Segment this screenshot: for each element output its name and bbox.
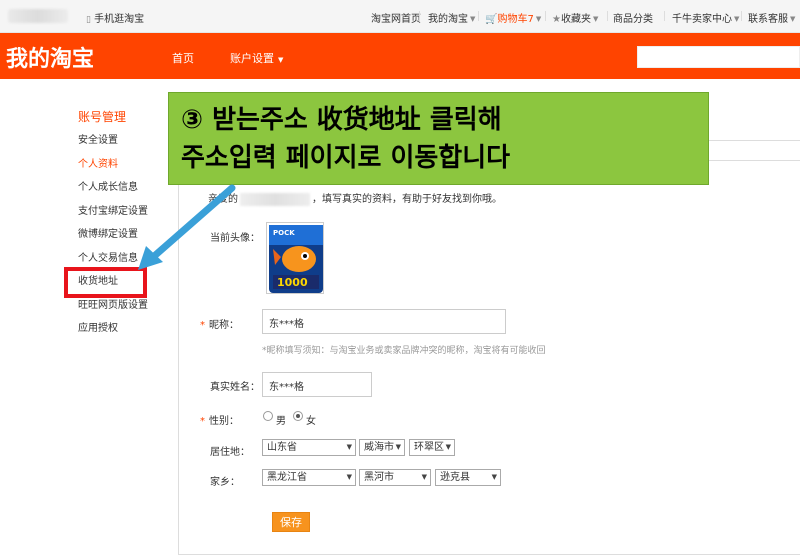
gender-male-radio[interactable] xyxy=(263,411,273,421)
chevron-down-icon: ▼ xyxy=(535,15,542,23)
divider xyxy=(545,11,546,21)
chevron-down-icon: ▼ xyxy=(346,473,352,481)
avatar-label: 当前头像： xyxy=(210,233,260,244)
cart-icon: 🛒 xyxy=(485,14,498,25)
gender-male-label: 男 xyxy=(276,416,286,427)
my-taobao-logo[interactable]: 我的淘宝 xyxy=(6,41,94,73)
svg-text:POCK: POCK xyxy=(273,229,295,237)
residence-label: 居住地： xyxy=(210,447,250,458)
residence-city-select[interactable]: 威海市 ▼ xyxy=(359,439,405,456)
save-button[interactable]: 保存 xyxy=(272,512,310,532)
sidebar: 账号管理 安全设置 个人资料 个人成长信息 支付宝绑定设置 微博绑定设置 个人交… xyxy=(78,108,168,346)
star-icon: ★ xyxy=(552,14,561,25)
blurred-username xyxy=(240,192,310,206)
divider xyxy=(664,11,665,21)
sidebar-item-alipay-binding[interactable]: 支付宝绑定设置 xyxy=(78,205,168,229)
divider xyxy=(607,11,608,21)
hometown-city-select[interactable]: 黑河市 ▼ xyxy=(359,469,431,486)
chevron-down-icon: ▼ xyxy=(592,15,599,23)
game-avatar-image: POCK 1000 xyxy=(269,225,323,293)
nickname-hint: *昵称填写须知：与淘宝业务或卖家品牌冲突的昵称，淘宝将有可能收回 xyxy=(262,346,546,356)
sidebar-item-app-auth[interactable]: 应用授权 xyxy=(78,322,168,346)
divider xyxy=(741,11,742,21)
favorites-link[interactable]: ★收藏夹 ▼ xyxy=(552,10,598,25)
top-bar: ▯ 手机逛淘宝 淘宝网首页 我的淘宝 ▼ 🛒购物车7 ▼ ★收藏夹 ▼ 商品分类 千牛… xyxy=(0,0,800,33)
chevron-down-icon: ▼ xyxy=(734,15,740,23)
chevron-down-icon: ▼ xyxy=(470,15,476,23)
chevron-down-icon: ▼ xyxy=(491,473,497,481)
required-mark: * xyxy=(200,416,205,427)
search-input[interactable] xyxy=(637,46,800,68)
taobao-home-link[interactable]: 淘宝网首页 xyxy=(371,10,421,25)
hometown-county-select[interactable]: 逊克县 ▼ xyxy=(435,469,501,486)
sidebar-title: 账号管理 xyxy=(78,110,127,124)
header-bar: 我的淘宝 首页 账户设置 ▼ xyxy=(0,33,800,79)
annotation-callout: ③ 받는주소 收货地址 클릭해 주소입력 페이지로 이동합니다 xyxy=(168,92,709,185)
sidebar-item-weibo-binding[interactable]: 微博绑定设置 xyxy=(78,228,168,252)
realname-input[interactable]: 东***格 xyxy=(262,372,372,397)
gender-female-label: 女 xyxy=(306,416,316,427)
chevron-down-icon: ▼ xyxy=(395,443,401,451)
sidebar-item-profile[interactable]: 个人资料 xyxy=(78,158,168,182)
shipping-address-highlight xyxy=(64,267,147,298)
cart-link[interactable]: 🛒购物车7 ▼ xyxy=(485,10,541,25)
nav-account-settings[interactable]: 账户设置 ▼ xyxy=(230,50,283,66)
svg-text:1000: 1000 xyxy=(277,276,308,289)
my-taobao-link[interactable]: 我的淘宝 ▼ xyxy=(428,10,475,25)
annotation-line-2: 주소입력 페이지로 이동합니다 xyxy=(181,143,511,173)
nickname-input[interactable]: 东***格 xyxy=(262,309,506,334)
hometown-label: 家乡： xyxy=(210,477,240,488)
categories-link[interactable]: 商品分类 xyxy=(613,10,653,25)
chevron-down-icon: ▼ xyxy=(346,443,352,451)
hometown-province-select[interactable]: 黑龙江省 ▼ xyxy=(262,469,356,486)
sidebar-item-security[interactable]: 安全设置 xyxy=(78,134,168,158)
chevron-down-icon: ▼ xyxy=(278,56,284,64)
divider xyxy=(419,11,420,21)
user-name-blurred[interactable] xyxy=(8,9,68,23)
annotation-line-1: ③ 받는주소 收货地址 클릭해 xyxy=(181,105,502,135)
seller-center-link[interactable]: 千牛卖家中心 ▼ xyxy=(672,10,739,25)
avatar[interactable]: POCK 1000 xyxy=(266,222,324,294)
chevron-down-icon: ▼ xyxy=(445,443,451,451)
intro-text: 亲爱的 ，填写真实的资料，有助于好友找到你哦。 xyxy=(208,192,502,206)
residence-district-select[interactable]: 环翠区 ▼ xyxy=(409,439,455,456)
gender-label: * 性别： xyxy=(200,416,239,427)
required-mark: * xyxy=(200,320,205,331)
sidebar-item-growth[interactable]: 个人成长信息 xyxy=(78,181,168,205)
sidebar-item-wangwang[interactable]: 旺旺网页版设置 xyxy=(78,299,168,323)
mobile-taobao-link[interactable]: ▯ 手机逛淘宝 xyxy=(86,10,144,25)
mobile-icon: ▯ xyxy=(86,15,91,25)
gender-female-radio[interactable] xyxy=(293,411,303,421)
residence-province-select[interactable]: 山东省 ▼ xyxy=(262,439,356,456)
nav-home[interactable]: 首页 xyxy=(172,50,194,66)
divider xyxy=(478,11,479,21)
chevron-down-icon: ▼ xyxy=(790,15,796,23)
nickname-label: * 昵称： xyxy=(200,320,239,331)
chevron-down-icon: ▼ xyxy=(421,473,427,481)
customer-service-link[interactable]: 联系客服 ▼ xyxy=(748,10,795,25)
realname-label: 真实姓名： xyxy=(210,382,260,393)
